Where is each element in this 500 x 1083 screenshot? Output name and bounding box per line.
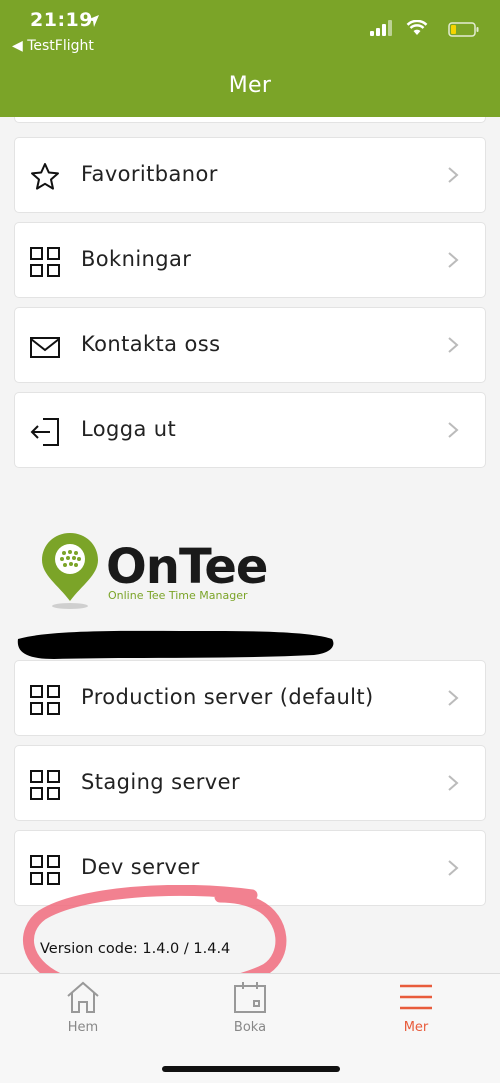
annotation-circle [22,885,287,973]
battery-icon [448,22,479,37]
chevron-right-icon [448,690,459,706]
status-time: 21:19 [30,9,93,31]
menu-item-label: Logga ut [81,417,177,441]
chevron-right-icon [448,337,459,353]
settings-content[interactable]: Favoritbanor Bokningar Kontakta oss Logg… [0,117,500,973]
ontee-logo: OnTee Online Tee Time Manager [40,531,268,611]
chevron-right-icon [448,167,459,183]
location-arrow-icon [87,15,99,27]
tab-boka[interactable]: Boka [200,980,300,1035]
menu-icon [400,984,432,1010]
menu-item-favoritbanor[interactable]: Favoritbanor [14,137,486,213]
menu-item-kontakta-oss[interactable]: Kontakta oss [14,307,486,383]
grid-icon [30,247,60,277]
menu-item-partial[interactable] [14,117,486,123]
mail-icon [30,337,60,358]
back-to-testflight-link[interactable]: ◀ TestFlight [12,38,94,54]
home-icon [67,981,99,1013]
chevron-right-icon [448,860,459,876]
tab-hem[interactable]: Hem [33,980,133,1035]
star-icon [31,163,59,190]
menu-item-label: Favoritbanor [81,162,218,186]
server-item-label: Dev server [81,855,200,879]
version-code: Version code: 1.4.0 / 1.4.4 [40,941,231,957]
cellular-signal-icon [370,20,392,36]
tab-mer[interactable]: Mer [366,980,466,1035]
logo-title: OnTee [106,539,268,595]
wifi-icon [406,20,428,35]
menu-item-label: Kontakta oss [81,332,221,356]
chevron-right-icon [448,775,459,791]
chevron-right-icon [448,422,459,438]
golf-pin-logo-icon [42,533,98,609]
calendar-icon [234,982,266,1013]
chevron-right-icon [448,252,459,268]
grid-icon [30,855,60,885]
server-item-production[interactable]: Production server (default) [14,660,486,736]
logo-subtitle: Online Tee Time Manager [108,589,248,602]
redaction-scribble [17,630,334,659]
grid-icon [30,770,60,800]
top-bar: 21:19 ◀ TestFlight Mer [0,0,500,117]
tab-label: Boka [233,1020,267,1035]
grid-icon [30,685,60,715]
tab-label: Mer [403,1020,429,1035]
tab-label: Hem [67,1020,99,1035]
home-indicator [162,1066,340,1072]
server-item-staging[interactable]: Staging server [14,745,486,821]
menu-item-label: Bokningar [81,247,192,271]
server-item-label: Staging server [81,770,240,794]
menu-item-logga-ut[interactable]: Logga ut [14,392,486,468]
logout-icon [30,418,59,446]
menu-item-bokningar[interactable]: Bokningar [14,222,486,298]
server-item-label: Production server (default) [81,685,374,709]
page-title: Mer [228,73,272,98]
